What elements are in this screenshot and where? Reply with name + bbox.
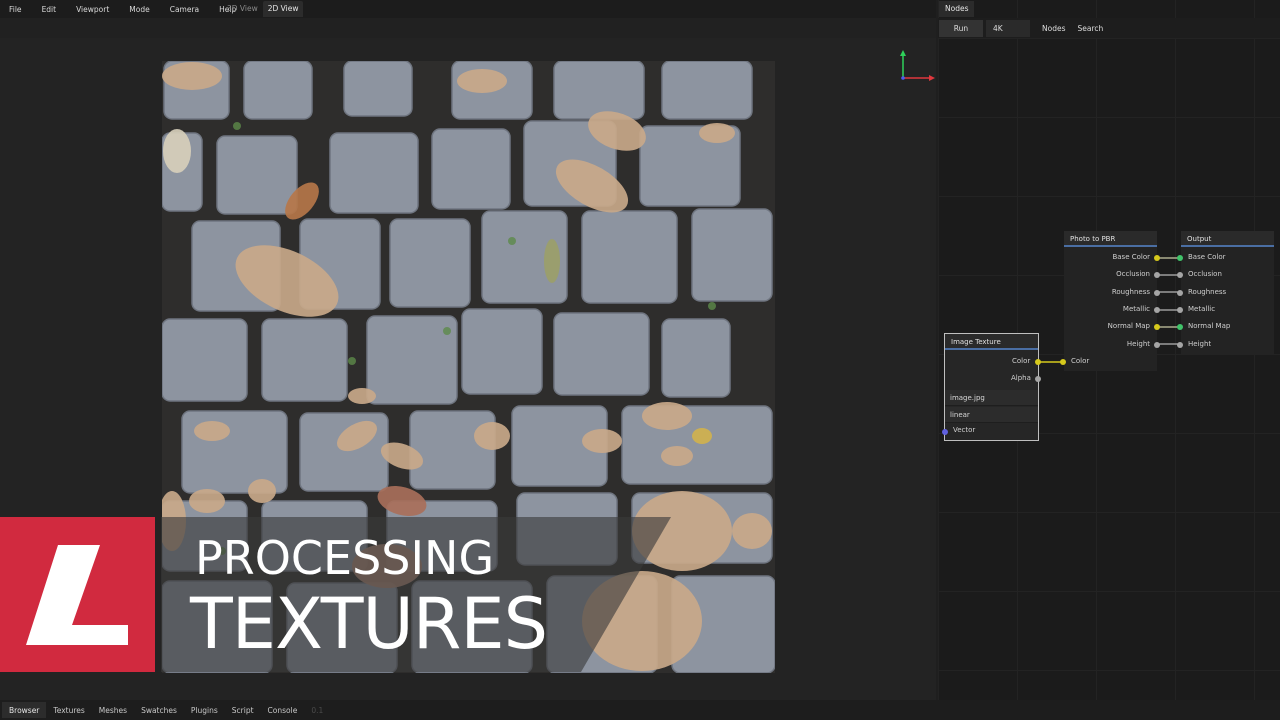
socket-vector-in[interactable] <box>942 429 948 435</box>
output-color-label: Color <box>1012 357 1031 365</box>
title-line-1: PROCESSING <box>195 531 495 585</box>
output-input-label: Occlusion <box>1188 270 1222 278</box>
view-tabs: 3D View 2D View <box>222 1 304 17</box>
pbr-output-label: Normal Map <box>1107 322 1150 330</box>
socket-color-in[interactable] <box>1060 359 1066 365</box>
socket-occlusion-out[interactable] <box>1154 272 1160 278</box>
node-title[interactable]: Output <box>1181 231 1274 247</box>
tab-nodes[interactable]: Nodes <box>939 1 975 17</box>
output-input-label: Roughness <box>1188 288 1227 296</box>
image-file-field[interactable]: image.jpg <box>945 390 1038 406</box>
socket-color-out[interactable] <box>1035 359 1041 365</box>
menu-mode[interactable]: Mode <box>119 5 159 14</box>
input-vector-label: Vector <box>953 426 976 434</box>
pbr-output-label: Metallic <box>1122 305 1150 313</box>
socket-metallic-in[interactable] <box>1177 307 1183 313</box>
menu-bar: File Edit Viewport Mode Camera Help <box>0 0 936 18</box>
pbr-output-label: Height <box>1126 340 1150 348</box>
menu-edit[interactable]: Edit <box>32 5 67 14</box>
menu-camera[interactable]: Camera <box>160 5 209 14</box>
title-line-2: TEXTURES <box>190 583 548 665</box>
axis-gizmo-icon <box>900 50 935 81</box>
socket-normalmap-in[interactable] <box>1177 324 1183 330</box>
run-button[interactable]: Run <box>939 19 983 37</box>
output-input-label: Base Color <box>1188 253 1226 261</box>
logo-mark-icon <box>26 545 128 645</box>
socket-roughness-out[interactable] <box>1154 290 1160 296</box>
version-label: 0.1 <box>311 705 324 715</box>
tab-textures[interactable]: Textures <box>46 706 91 715</box>
interpolation-select[interactable]: linear <box>945 407 1038 423</box>
search-button[interactable]: Search <box>1077 24 1103 33</box>
socket-alpha-out[interactable] <box>1035 376 1041 382</box>
socket-roughness-in[interactable] <box>1177 290 1183 296</box>
socket-basecolor-in[interactable] <box>1177 255 1183 261</box>
viewport-toolbar <box>0 18 936 38</box>
socket-occlusion-in[interactable] <box>1177 272 1183 278</box>
node-image-texture[interactable]: Image Texture <box>944 333 1039 441</box>
input-color-label: Color <box>1071 357 1090 365</box>
menu-file[interactable]: File <box>0 5 32 14</box>
tab-browser[interactable]: Browser <box>2 702 47 718</box>
socket-height-in[interactable] <box>1177 342 1183 348</box>
pbr-output-label: Roughness <box>1111 288 1150 296</box>
menu-viewport[interactable]: Viewport <box>66 5 119 14</box>
bottom-tab-bar: Browser Textures Meshes Swatches Plugins… <box>0 700 1280 720</box>
tab-console[interactable]: Console <box>261 706 305 715</box>
tab-swatches[interactable]: Swatches <box>134 706 184 715</box>
output-input-label: Metallic <box>1188 305 1216 313</box>
nodes-toolbar: Run 4K Nodes Search <box>938 18 1280 38</box>
output-alpha-label: Alpha <box>1011 374 1031 382</box>
tab-2d-view[interactable]: 2D View <box>262 1 304 17</box>
node-title[interactable]: Image Texture <box>945 334 1038 350</box>
resolution-select[interactable]: 4K <box>986 19 1030 37</box>
tab-3d-view[interactable]: 3D View <box>222 1 263 17</box>
output-input-label: Height <box>1188 340 1212 348</box>
socket-basecolor-out[interactable] <box>1154 255 1160 261</box>
pbr-output-label: Base Color <box>1112 253 1150 261</box>
node-title[interactable]: Photo to PBR <box>1064 231 1157 247</box>
tab-script[interactable]: Script <box>225 706 261 715</box>
socket-metallic-out[interactable] <box>1154 307 1160 313</box>
tab-plugins[interactable]: Plugins <box>184 706 225 715</box>
nodes-menu-button[interactable]: Nodes <box>1042 24 1065 33</box>
socket-height-out[interactable] <box>1154 342 1160 348</box>
pbr-output-label: Occlusion <box>1116 270 1150 278</box>
socket-normalmap-out[interactable] <box>1154 324 1160 330</box>
brand-logo <box>0 517 155 672</box>
tab-meshes[interactable]: Meshes <box>92 706 134 715</box>
output-input-label: Normal Map <box>1188 322 1231 330</box>
